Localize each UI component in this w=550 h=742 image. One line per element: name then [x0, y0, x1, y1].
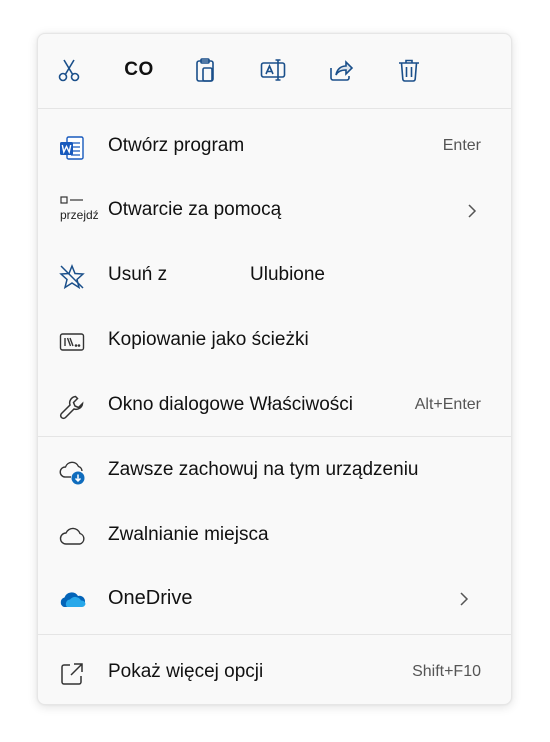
cloud-icon: [59, 527, 85, 545]
menu-item-label-part2: Ulubione: [250, 264, 325, 285]
shortcut-label: Alt+Enter: [414, 396, 481, 413]
menu-item-open[interactable]: Otwórz program Enter: [38, 120, 511, 176]
menu-item-label: Otwórz program: [108, 135, 245, 156]
wrench-icon: [59, 395, 84, 420]
rename-icon: [260, 59, 286, 81]
share-icon: [330, 60, 354, 81]
menu-item-label: OneDrive: [108, 587, 193, 609]
copy-label: CO: [124, 59, 154, 80]
menu-item-label-part1: Usuń z: [108, 264, 168, 285]
paste-button[interactable]: [187, 52, 223, 88]
menu-item-label: Okno dialogowe Właściwości: [108, 394, 353, 415]
onedrive-icon: [60, 592, 86, 607]
share-button[interactable]: [323, 52, 359, 88]
section-divider: [38, 436, 511, 437]
menu-item-label: Otwarcie za pomocą: [108, 199, 282, 220]
menu-item-label: Pokaż więcej opcji: [108, 661, 264, 682]
open-with-icon: [60, 196, 83, 204]
unpin-star-icon: [59, 263, 85, 290]
quick-actions-toolbar: CO: [38, 34, 511, 108]
menu-item-open-with[interactable]: przejdź Otwarcie za pomocą: [38, 184, 511, 240]
menu-item-show-more-options[interactable]: Pokaż więcej opcji Shift+F10: [38, 646, 511, 702]
menu-item-free-space[interactable]: Zwalnianie miejsca: [38, 509, 511, 565]
cut-button[interactable]: [51, 52, 87, 88]
scissors-icon: [58, 59, 80, 82]
chevron-right-icon: [468, 204, 477, 218]
context-menu: CO Otwórz program Enter przejdź Otwarcie…: [37, 33, 512, 705]
clipboard-icon: [196, 58, 214, 82]
word-doc-icon: [60, 136, 84, 160]
open-with-prefix: przejdź: [60, 208, 99, 222]
menu-item-copy-path[interactable]: Kopiowanie jako ścieżki: [38, 314, 511, 370]
menu-item-onedrive[interactable]: OneDrive: [38, 572, 511, 628]
chevron-right-icon: [460, 592, 469, 606]
toolbar-divider: [38, 108, 511, 109]
menu-item-remove-favorites[interactable]: Usuń z Ulubione: [38, 249, 511, 305]
cloud-download-icon: [59, 461, 85, 485]
expand-icon: [61, 663, 83, 685]
section-divider: [38, 634, 511, 635]
copy-path-icon: [59, 333, 85, 351]
menu-item-always-keep[interactable]: Zawsze zachowuj na tym urządzeniu: [38, 444, 511, 500]
rename-button[interactable]: [255, 52, 291, 88]
menu-item-properties[interactable]: Okno dialogowe Właściwości Alt+Enter: [38, 379, 511, 435]
shortcut-label: Shift+F10: [412, 663, 481, 680]
menu-item-label: Kopiowanie jako ścieżki: [108, 329, 309, 350]
trash-icon: [399, 59, 419, 82]
shortcut-label: Enter: [442, 137, 481, 154]
menu-item-label: Zawsze zachowuj na tym urządzeniu: [108, 459, 419, 480]
delete-button[interactable]: [391, 52, 427, 88]
menu-item-label: Zwalnianie miejsca: [108, 524, 269, 545]
copy-button[interactable]: CO: [121, 52, 157, 88]
